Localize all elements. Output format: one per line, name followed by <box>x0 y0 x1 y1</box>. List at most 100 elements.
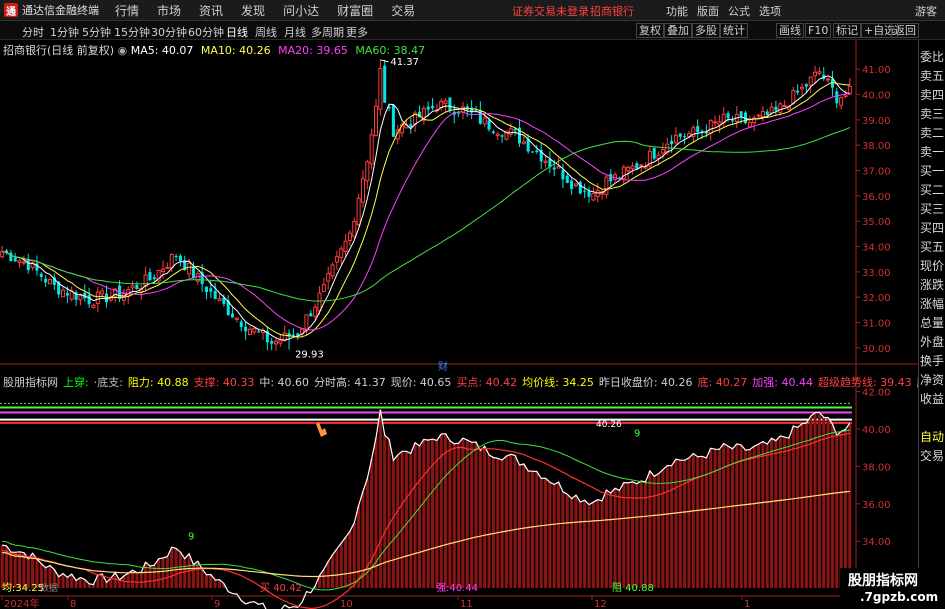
btn-huaxian[interactable]: 画线 <box>776 23 804 38</box>
menu-gongneng[interactable]: 功能 <box>666 3 688 19</box>
right-panel-item[interactable]: 换手 <box>919 352 945 371</box>
kline-chart-svg[interactable]: 41.00 40.00 39.00 38.00 37.00 36.00 35.00 34.00… <box>0 40 918 609</box>
sub-fill-bar <box>591 502 595 588</box>
period-30min[interactable]: 30分钟 <box>151 24 187 40</box>
menu-wenxiaoda[interactable]: 问小达 <box>283 2 319 19</box>
candle-body <box>778 103 783 113</box>
candle-body <box>835 91 839 104</box>
btn-fuquan[interactable]: 复权 <box>636 23 664 38</box>
menu-hangqing[interactable]: 行情 <box>115 2 139 19</box>
sub-fill-bar <box>322 569 326 588</box>
app-window: 通 通达信金融终端 行情 市场 资讯 发现 问小达 财富圈 交易 证券交易未登录… <box>0 0 945 609</box>
right-panel-item[interactable]: 委比 <box>919 48 945 67</box>
sub-fill-bar <box>604 489 608 588</box>
menu-xuanxiang[interactable]: 选项 <box>759 3 781 19</box>
candle-body <box>95 291 100 305</box>
period-1min[interactable]: 1分钟 <box>50 24 79 40</box>
sub-fill-bar <box>804 423 808 588</box>
right-panel-item[interactable]: 买一 <box>919 162 945 181</box>
right-panel-item[interactable]: 收益 <box>919 390 945 409</box>
candle-body <box>352 220 357 237</box>
btn-duogu[interactable]: 多股 <box>692 23 720 38</box>
menu-jiaoyi[interactable]: 交易 <box>391 2 415 19</box>
period-daily[interactable]: 日线 <box>226 24 248 40</box>
period-60min[interactable]: 60分钟 <box>188 24 224 40</box>
guest-user[interactable]: 游客 <box>915 3 937 19</box>
period-15min[interactable]: 15分钟 <box>114 24 150 40</box>
menu-faxian[interactable]: 发现 <box>241 2 265 19</box>
right-panel-item[interactable]: 买三 <box>919 200 945 219</box>
candle-body <box>135 284 139 290</box>
sub-fill-bar <box>765 444 769 588</box>
candle-body <box>213 291 217 299</box>
candle-body <box>609 174 613 182</box>
chart-area[interactable]: 41.00 40.00 39.00 38.00 37.00 36.00 35.00 34.00… <box>0 40 918 609</box>
candle-body <box>808 76 813 86</box>
period-multi[interactable]: 多周期 <box>311 24 344 40</box>
candle-body <box>165 266 170 269</box>
login-warning[interactable]: 证券交易未登录 <box>512 3 589 19</box>
sub-fill-bar <box>400 451 404 588</box>
candle-body <box>570 180 574 189</box>
menu-gongshi[interactable]: 公式 <box>728 3 750 19</box>
candle-body <box>591 193 596 201</box>
circle-icon[interactable]: ◉ <box>118 44 131 57</box>
candle-body <box>660 149 665 154</box>
right-panel-item[interactable]: 外盘 <box>919 333 945 352</box>
period-monthly[interactable]: 月线 <box>284 24 306 40</box>
low-label: 29.93 <box>295 350 324 361</box>
right-panel-item[interactable]: 卖三 <box>919 105 945 124</box>
right-panel-item[interactable] <box>919 409 945 428</box>
sub-fill-bar <box>761 441 765 588</box>
right-panel-item[interactable]: 自动 <box>919 428 945 447</box>
candle-body <box>448 97 452 111</box>
right-panel-item[interactable]: 买四 <box>919 219 945 238</box>
sub-fill-bar <box>613 488 617 588</box>
sub-fill-bar <box>822 417 826 588</box>
period-more[interactable]: 更多 <box>346 24 368 40</box>
right-panel-item[interactable]: 卖四 <box>919 86 945 105</box>
right-panel-item[interactable]: 买五 <box>919 238 945 257</box>
watermark: 股朋指标网 .7gpzb.com <box>840 568 945 609</box>
candle-body <box>169 254 174 269</box>
right-panel-item[interactable]: 净资 <box>919 371 945 390</box>
y-axis-label-main: 36.00 <box>862 192 891 203</box>
sub-fill-bar <box>535 471 539 588</box>
period-weekly[interactable]: 周线 <box>255 24 277 40</box>
menu-zixun[interactable]: 资讯 <box>199 2 223 19</box>
right-panel-item[interactable]: 买二 <box>919 181 945 200</box>
right-panel-item[interactable]: 卖一 <box>919 143 945 162</box>
right-panel-item[interactable]: 交易 <box>919 447 945 466</box>
right-panel-item[interactable]: 现价 <box>919 257 945 276</box>
btn-biaoji[interactable]: 标记 <box>833 23 861 38</box>
btn-f10[interactable]: F10 <box>805 23 832 38</box>
candle-body <box>726 113 730 118</box>
right-panel-item[interactable]: 涨跌 <box>919 276 945 295</box>
period-fenshi[interactable]: 分时 <box>22 24 44 40</box>
period-5min[interactable]: 5分钟 <box>82 24 111 40</box>
sub-fill-bar <box>483 446 487 588</box>
right-panel-item[interactable]: 卖五 <box>919 67 945 86</box>
right-panel-item[interactable]: 卖二 <box>919 124 945 143</box>
candle-body <box>535 150 539 153</box>
candle-body <box>252 327 257 333</box>
right-panel-item[interactable]: 涨幅 <box>919 295 945 314</box>
candle-body <box>313 306 318 317</box>
y-axis-label-sub: 38.00 <box>862 462 891 473</box>
btn-back[interactable]: 返回 <box>891 23 919 38</box>
candle-body <box>343 240 348 253</box>
sub-fill-bar <box>335 548 339 588</box>
menu-caifuquan[interactable]: 财富圈 <box>337 2 373 19</box>
btn-diejia[interactable]: 叠加 <box>664 23 692 38</box>
candle-body <box>556 165 561 169</box>
candle-body <box>309 313 313 317</box>
btn-tongji[interactable]: 统计 <box>720 23 748 38</box>
menu-shichang[interactable]: 市场 <box>157 2 181 19</box>
sub-fill-bar <box>557 482 561 588</box>
candle-body <box>304 314 309 332</box>
sub-legend-item: 中: 40.60 <box>259 376 310 389</box>
right-panel-item[interactable]: 总量 <box>919 314 945 333</box>
sub-fill-bar <box>331 554 335 588</box>
sub-fill-bar <box>617 490 621 588</box>
menu-banmian[interactable]: 版面 <box>697 3 719 19</box>
